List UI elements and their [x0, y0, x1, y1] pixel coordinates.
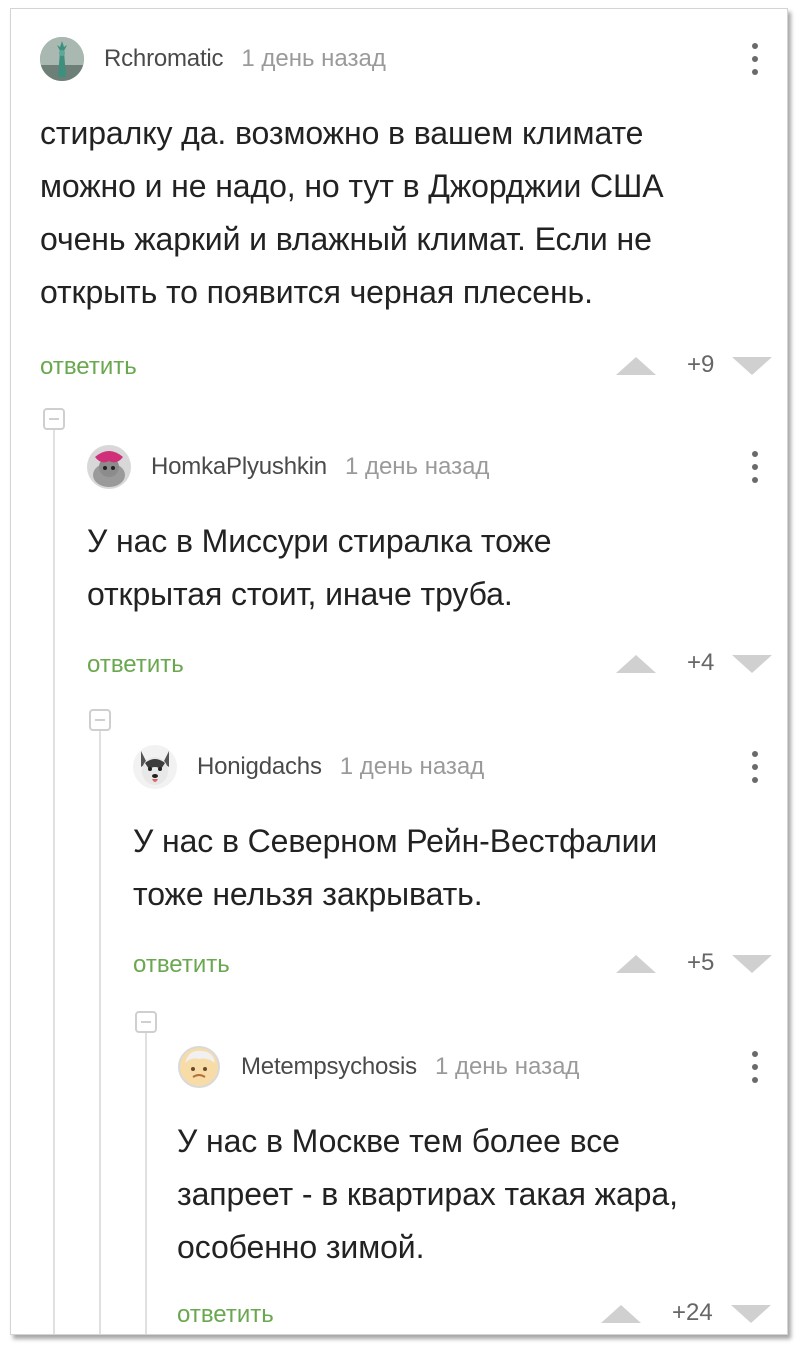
comment-line: открытая стоит, иначе труба. — [87, 576, 513, 612]
comment-score: +5 — [687, 949, 715, 976]
downvote-icon[interactable] — [732, 357, 772, 375]
avatar[interactable] — [87, 445, 131, 489]
collapse-toggle[interactable] — [135, 1011, 157, 1033]
comment-header: Metempsychosis 1 день назад — [177, 1045, 579, 1089]
comment-text: У нас в Миссури стиралка тоже открытая с… — [87, 515, 767, 621]
timestamp: 1 день назад — [241, 45, 386, 72]
comment-score: +9 — [687, 351, 715, 378]
comment-header: Honigdachs 1 день назад — [133, 745, 484, 789]
comment-line: стиралку да. возможно в вашем климате — [40, 115, 644, 151]
more-options-icon[interactable] — [749, 445, 761, 489]
downvote-icon[interactable] — [731, 1305, 771, 1323]
comment-line: У нас в Миссури стиралка тоже — [87, 523, 552, 559]
timestamp: 1 день назад — [344, 453, 490, 480]
comment-line: тоже нельзя закрывать. — [133, 876, 483, 912]
comment: Honigdachs 1 день назад У нас в Северном… — [133, 745, 772, 985]
upvote-icon[interactable] — [616, 955, 656, 973]
cat-icon — [87, 445, 131, 489]
comment-text: У нас в Москве тем более все запреет - в… — [177, 1115, 771, 1274]
author-name[interactable]: Rchromatic — [104, 45, 224, 73]
author-name[interactable]: Honigdachs — [197, 753, 322, 781]
comment-line: открыть то появится черная плесень. — [40, 274, 593, 310]
timestamp: 1 день назад — [339, 753, 485, 780]
comment-line: можно и не надо, но тут в Джорджии США — [40, 168, 664, 204]
reply-button[interactable]: ответить — [40, 353, 137, 381]
husky-icon — [133, 745, 177, 789]
more-options-icon[interactable] — [749, 745, 761, 789]
thread-line — [53, 427, 55, 1334]
upvote-icon[interactable] — [616, 655, 656, 673]
comment-line: запреет - в квартирах такая жара, — [177, 1176, 678, 1212]
reply-button[interactable]: ответить — [133, 951, 230, 979]
upvote-icon[interactable] — [601, 1305, 641, 1323]
thread-line — [99, 729, 101, 1334]
comment-line: У нас в Москве тем более все — [177, 1123, 620, 1159]
avatar[interactable] — [40, 37, 84, 81]
author-name[interactable]: Metempsychosis — [241, 1053, 417, 1081]
comment-score: +4 — [687, 649, 715, 676]
comments-thread: Rchromatic 1 день назад стиралку да. воз… — [10, 8, 788, 1335]
comment-text: стиралку да. возможно в вашем климате мо… — [40, 107, 780, 319]
reply-button[interactable]: ответить — [177, 1301, 274, 1329]
comment-header: HomkaPlyushkin 1 день назад — [87, 445, 489, 489]
upvote-icon[interactable] — [616, 357, 656, 375]
collapse-toggle[interactable] — [43, 408, 65, 430]
more-options-icon[interactable] — [749, 1045, 761, 1089]
comment-text: У нас в Северном Рейн-Вестфалии тоже нел… — [133, 815, 769, 921]
downvote-icon[interactable] — [732, 655, 772, 673]
comment-line: особенно зимой. — [177, 1229, 425, 1265]
comment: Rchromatic 1 день назад стиралку да. воз… — [40, 37, 772, 380]
comment-score: +24 — [672, 1299, 713, 1326]
timestamp: 1 день назад — [434, 1053, 580, 1080]
comment-line: очень жаркий и влажный климат. Если не — [40, 221, 652, 257]
thread-line — [145, 1031, 147, 1334]
avatar[interactable] — [177, 1045, 221, 1089]
reply-button[interactable]: ответить — [87, 651, 184, 679]
comment: Metempsychosis 1 день назад У нас в Моск… — [177, 1045, 771, 1334]
comment-header: Rchromatic 1 день назад — [40, 37, 386, 81]
emoji-face-icon — [177, 1045, 221, 1089]
comment: HomkaPlyushkin 1 день назад У нас в Мисс… — [87, 445, 772, 685]
comment-line: У нас в Северном Рейн-Вестфалии — [133, 823, 658, 859]
avatar[interactable] — [133, 745, 177, 789]
statue-icon — [40, 37, 84, 81]
author-name[interactable]: HomkaPlyushkin — [151, 453, 327, 481]
collapse-toggle[interactable] — [89, 709, 111, 731]
downvote-icon[interactable] — [732, 955, 772, 973]
more-options-icon[interactable] — [749, 37, 761, 81]
